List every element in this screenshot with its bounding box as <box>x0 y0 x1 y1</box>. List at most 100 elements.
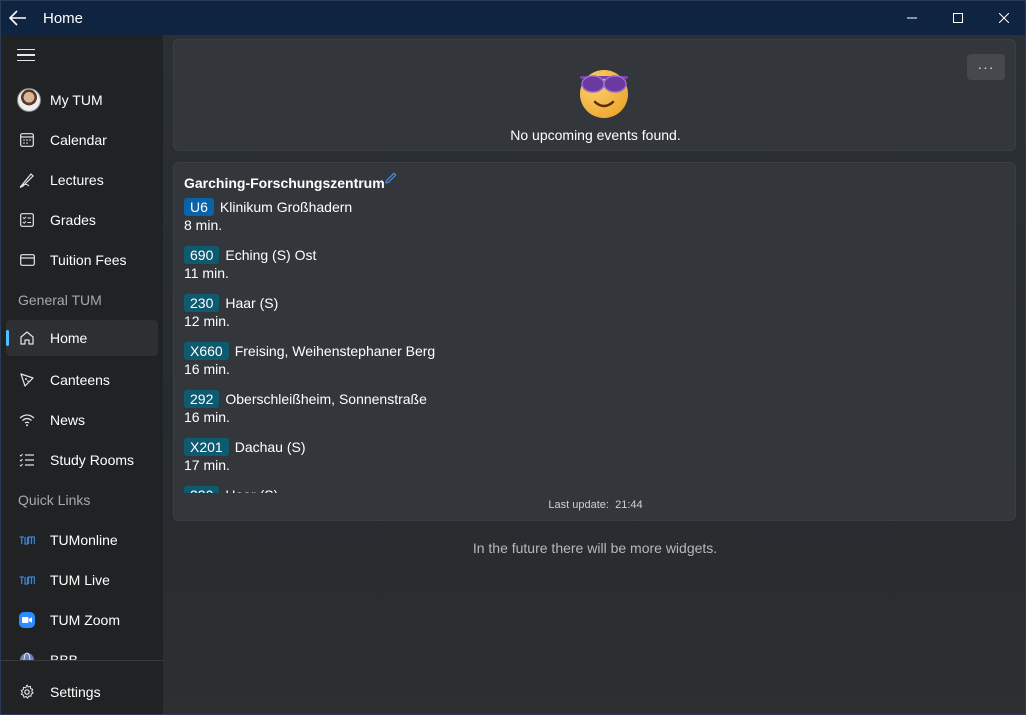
calendar-icon <box>18 131 36 149</box>
sunglasses-emoji-icon <box>580 70 628 118</box>
last-update-time: 21:44 <box>615 499 643 511</box>
departure-row: 690 Eching (S) Ost 11 min. <box>184 245 784 293</box>
departure-row: X660 Freising, Weihenstephaner Berg 16 min… <box>184 341 784 389</box>
arrow-left-icon <box>9 10 26 26</box>
departure-line-row: X201 Dachau (S) <box>184 437 784 456</box>
sidebar-item-label: BBB <box>50 652 79 660</box>
window-title: Home <box>43 9 84 27</box>
maximize-button[interactable] <box>935 1 981 35</box>
destination: Haar (S) <box>225 294 279 311</box>
sidebar-item-home[interactable]: Home <box>6 320 158 356</box>
sidebar-item-label: Calendar <box>50 132 107 148</box>
empty-events-message: No upcoming events found. <box>510 127 681 143</box>
maximize-icon <box>953 13 963 23</box>
minimize-icon <box>907 17 917 19</box>
sidebar-item-canteens[interactable]: Canteens <box>6 362 158 398</box>
widgets-info-text: In the future there will be more widgets… <box>472 540 718 556</box>
tum-logo-icon <box>18 571 36 589</box>
destination: Eching (S) Ost <box>225 246 317 263</box>
sidebar-item-calendar[interactable]: Calendar <box>6 122 158 158</box>
minimize-button[interactable] <box>889 1 935 35</box>
sidebar-item-tuition-fees[interactable]: Tuition Fees <box>6 242 158 278</box>
sidebar-item-label: Canteens <box>50 372 110 388</box>
main-content: ··· No upcoming events found. Garching-F… <box>163 35 1025 714</box>
card-icon <box>18 251 36 269</box>
navigation-sidebar: My TUM Calendar Lectures Grades Tuition <box>1 35 163 714</box>
sidebar-item-label: Study Rooms <box>50 452 135 468</box>
window-controls <box>889 1 1025 35</box>
sidebar-item-bbb[interactable]: BBB <box>6 642 158 660</box>
transit-widget: Garching-Forschungszentrum U6 Klinikum Gr… <box>173 162 1016 521</box>
line-badge: X201 <box>184 437 229 456</box>
departure-eta: 12 min. <box>184 313 230 329</box>
sidebar-item-label: Grades <box>50 212 96 228</box>
zoom-icon <box>18 611 36 629</box>
departure-line-row: X660 Freising, Weihenstephaner Berg <box>184 341 784 360</box>
destination: Dachau (S) <box>234 438 306 455</box>
departure-eta: 17 min. <box>184 457 230 473</box>
departure-line-row: 230 Haar (S) <box>184 293 784 312</box>
selection-indicator <box>6 330 9 346</box>
sidebar-item-label: Lectures <box>50 172 104 188</box>
last-update-label: Last update: <box>548 499 609 511</box>
sidebar-item-lectures[interactable]: Lectures <box>6 162 158 198</box>
pen-icon <box>18 171 36 189</box>
line-badge: U6 <box>184 197 214 216</box>
departure-eta: 16 min. <box>184 409 230 425</box>
departure-line-row: 230 Haar (S) <box>184 485 784 493</box>
line-badge: 690 <box>184 245 220 264</box>
section-header-general: General TUM <box>18 292 102 308</box>
hamburger-menu-icon[interactable] <box>17 49 35 63</box>
sidebar-item-label: TUM Zoom <box>50 612 120 628</box>
departure-row: 230 Haar (S) <box>184 485 784 493</box>
pizza-icon <box>18 371 36 389</box>
more-options-button[interactable]: ··· <box>967 54 1005 80</box>
last-update-text: Last update: 21:44 <box>174 499 1015 511</box>
sidebar-item-grades[interactable]: Grades <box>6 202 158 238</box>
sidebar-item-settings[interactable]: Settings <box>6 674 158 710</box>
destination: Klinikum Großhadern <box>219 198 353 215</box>
line-badge: 230 <box>184 485 220 493</box>
departure-list: U6 Klinikum Großhadern 8 min. 690 Eching (S)… <box>184 197 784 493</box>
destination: Oberschleißheim, Sonnenstraße <box>225 390 427 407</box>
close-button[interactable] <box>981 1 1025 35</box>
departure-line-row: 292 Oberschleißheim, Sonnenstraße <box>184 389 784 408</box>
sidebar-item-tum-zoom[interactable]: TUM Zoom <box>6 602 158 638</box>
station-name: Garching-Forschungszentrum <box>184 175 385 191</box>
destination: Freising, Weihenstephaner Berg <box>234 342 436 359</box>
sidebar-item-news[interactable]: News <box>6 402 158 438</box>
wifi-icon <box>18 411 36 429</box>
departure-line-row: 690 Eching (S) Ost <box>184 245 784 264</box>
avatar <box>17 88 41 112</box>
sidebar-item-tumonline[interactable]: TUMonline <box>6 522 158 558</box>
sidebar-item-my-tum[interactable]: My TUM <box>6 82 158 118</box>
sidebar-item-label: Settings <box>50 684 101 700</box>
title-bar: Home <box>1 1 1025 35</box>
sidebar-item-label: TUMonline <box>50 532 118 548</box>
departure-eta: 11 min. <box>184 265 229 281</box>
section-header-quick-links: Quick Links <box>18 492 91 508</box>
close-icon <box>999 13 1009 23</box>
departure-row: 292 Oberschleißheim, Sonnenstraße 16 min. <box>184 389 784 437</box>
departure-row: U6 Klinikum Großhadern 8 min. <box>184 197 784 245</box>
events-widget: ··· No upcoming events found. <box>173 39 1016 151</box>
departure-line-row: U6 Klinikum Großhadern <box>184 197 784 216</box>
gear-icon <box>18 683 36 701</box>
list-icon <box>18 451 36 469</box>
line-badge: 230 <box>184 293 220 312</box>
line-badge: X660 <box>184 341 229 360</box>
home-icon <box>18 329 36 347</box>
departure-row: X201 Dachau (S) 17 min. <box>184 437 784 485</box>
line-badge: 292 <box>184 389 220 408</box>
edit-pencil-icon[interactable] <box>384 171 398 185</box>
departure-eta: 16 min. <box>184 361 230 377</box>
sidebar-item-study-rooms[interactable]: Study Rooms <box>6 442 158 478</box>
sidebar-item-label: My TUM <box>50 92 103 108</box>
sidebar-item-label: TUM Live <box>50 572 110 588</box>
sidebar-item-tum-live[interactable]: TUM Live <box>6 562 158 598</box>
departure-row: 230 Haar (S) 12 min. <box>184 293 784 341</box>
sidebar-item-label: News <box>50 412 86 428</box>
back-button[interactable] <box>1 1 35 35</box>
departure-eta: 8 min. <box>184 217 223 233</box>
checklist-icon <box>18 211 36 229</box>
